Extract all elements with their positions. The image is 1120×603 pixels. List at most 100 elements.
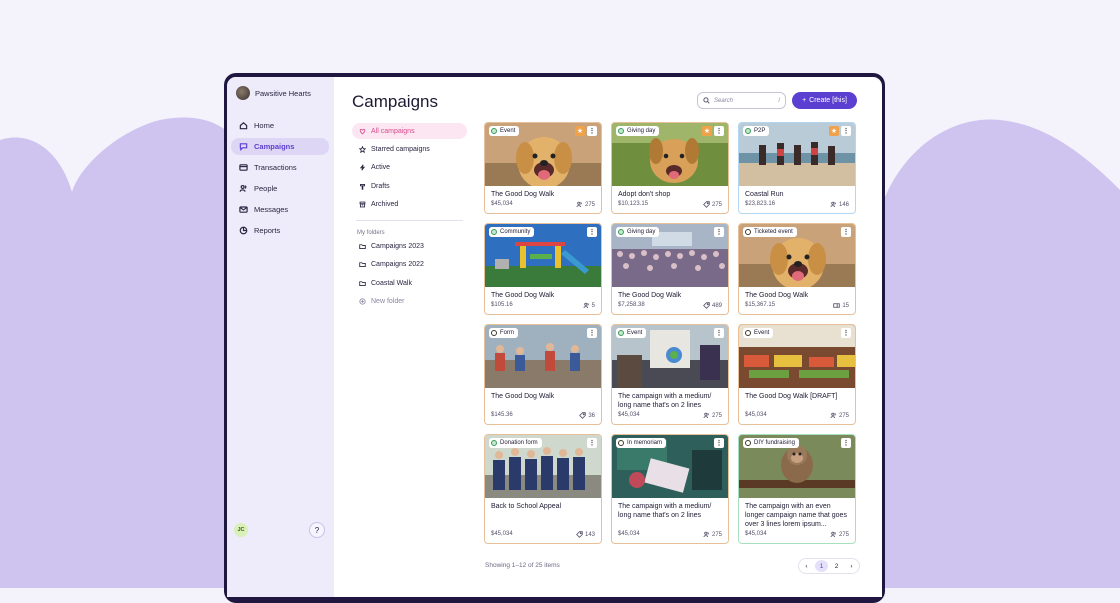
campaign-name: The Good Dog Walk bbox=[618, 292, 682, 299]
campaign-card[interactable]: Ticketed event ⋮ The Good Dog Walk $15,367.… bbox=[738, 223, 856, 315]
filter-label: Drafts bbox=[371, 182, 390, 190]
campaign-type-badge: Community bbox=[489, 227, 535, 237]
campaign-type: Event bbox=[754, 330, 770, 336]
campaign-image: Giving day ⋮ bbox=[612, 224, 728, 287]
prev-page-button[interactable]: ‹ bbox=[800, 560, 813, 572]
campaign-name: The Good Dog Walk bbox=[491, 191, 555, 198]
filter-all-campaigns[interactable]: All campaigns bbox=[352, 123, 467, 139]
card-body: The Good Dog Walk $45,034 275 bbox=[485, 186, 601, 212]
sidebar-item-messages[interactable]: Messages bbox=[231, 201, 329, 218]
star-icon[interactable]: ★ bbox=[829, 126, 839, 136]
star-icon[interactable]: ★ bbox=[575, 126, 585, 136]
search-shortcut: / bbox=[778, 97, 780, 104]
folder-icon bbox=[359, 244, 366, 250]
more-menu-icon[interactable]: ⋮ bbox=[587, 126, 597, 136]
campaign-type-badge: Giving day bbox=[616, 126, 660, 136]
folder-label: Campaigns 2022 bbox=[371, 261, 424, 269]
campaign-amount: $45,034 bbox=[618, 412, 640, 418]
tag-icon bbox=[576, 531, 583, 538]
people-icon bbox=[830, 412, 836, 419]
card-body: The campaign with a medium/ long name th… bbox=[612, 388, 728, 423]
sidebar-item-home[interactable]: Home bbox=[231, 117, 329, 134]
pagination: ‹ 1 2 › bbox=[798, 558, 860, 574]
org-switcher[interactable]: Pawsitive Hearts bbox=[236, 86, 311, 100]
more-menu-icon[interactable]: ⋮ bbox=[587, 438, 597, 448]
card-body: Adopt don't shop $10,123.15 275 bbox=[612, 186, 728, 212]
card-body: The Good Dog Walk $15,367.15 15 bbox=[739, 287, 855, 313]
folder-icon bbox=[359, 262, 366, 268]
count-value: 275 bbox=[711, 201, 722, 208]
campaign-card[interactable]: Giving day ⋮ The Good Dog Walk $7,258.38 489 bbox=[611, 223, 729, 315]
sidebar-item-campaigns[interactable]: Campaigns bbox=[231, 138, 329, 155]
campaign-card[interactable]: Form ⋮ The Good Dog Walk $145.36 36 bbox=[484, 324, 602, 425]
campaign-image: Community ⋮ bbox=[485, 224, 601, 287]
status-dot bbox=[491, 440, 497, 446]
folder-item[interactable]: Campaigns 2022 bbox=[352, 257, 467, 273]
card-body: The campaign with a medium/ long name th… bbox=[612, 498, 728, 542]
campaign-card[interactable]: Event ★ ⋮ The Good Dog Walk $45,034 275 bbox=[484, 122, 602, 214]
folder-item[interactable]: Coastal Walk bbox=[352, 275, 467, 291]
campaign-type-badge: Donation form bbox=[489, 438, 542, 448]
campaign-card[interactable]: Donation form ⋮ Back to School Appeal $45,0… bbox=[484, 434, 602, 544]
folder-item[interactable]: Campaigns 2023 bbox=[352, 239, 467, 255]
count-value: 15 bbox=[842, 302, 849, 309]
tag-icon bbox=[579, 412, 587, 419]
campaign-amount: $45,034 bbox=[491, 531, 513, 537]
card-footer: $10,123.15 275 bbox=[618, 201, 722, 208]
campaign-type-badge: Form bbox=[489, 328, 518, 338]
campaign-type: Ticketed event bbox=[754, 229, 793, 235]
campaign-count: 146 bbox=[830, 201, 849, 208]
status-dot bbox=[745, 440, 751, 446]
main-nav: Home Campaigns Transactions People Messages R… bbox=[231, 117, 329, 243]
more-menu-icon[interactable]: ⋮ bbox=[587, 328, 597, 338]
more-menu-icon[interactable]: ⋮ bbox=[841, 227, 851, 237]
help-button[interactable]: ? bbox=[309, 522, 325, 538]
filter-drafts[interactable]: Drafts bbox=[352, 178, 467, 194]
page-button[interactable]: 2 bbox=[830, 560, 843, 572]
avatar[interactable]: JC bbox=[234, 523, 248, 537]
campaign-card[interactable]: P2P ★ ⋮ Coastal Run $23,823.16 146 bbox=[738, 122, 856, 214]
more-menu-icon[interactable]: ⋮ bbox=[841, 126, 851, 136]
more-menu-icon[interactable]: ⋮ bbox=[841, 438, 851, 448]
count-value: 275 bbox=[838, 412, 849, 419]
sidebar-item-transactions[interactable]: Transactions bbox=[231, 159, 329, 176]
filter-starred-campaigns[interactable]: Starred campaigns bbox=[352, 141, 467, 157]
search-input[interactable]: Search / bbox=[697, 92, 786, 109]
card-body: Coastal Run $23,823.16 146 bbox=[739, 186, 855, 212]
campaign-name: The Good Dog Walk bbox=[491, 393, 555, 400]
campaign-count: 275 bbox=[830, 531, 849, 538]
star-icon[interactable]: ★ bbox=[702, 126, 712, 136]
campaign-card[interactable]: In memoriam ⋮ The campaign with a medium/ … bbox=[611, 434, 729, 544]
create-button[interactable]: + Create [this] bbox=[792, 92, 857, 109]
more-menu-icon[interactable]: ⋮ bbox=[714, 126, 724, 136]
sidebar-item-people[interactable]: People bbox=[231, 180, 329, 197]
new-folder-button[interactable]: New folder bbox=[352, 294, 467, 310]
campaign-card[interactable]: Giving day ★ ⋮ Adopt don't shop $10,123.15 27… bbox=[611, 122, 729, 214]
campaign-amount: $15,367.15 bbox=[745, 302, 776, 308]
filter-active[interactable]: Active bbox=[352, 160, 467, 176]
count-value: 143 bbox=[584, 531, 595, 538]
more-menu-icon[interactable]: ⋮ bbox=[714, 328, 724, 338]
campaign-card[interactable]: Event ⋮ The Good Dog Walk [DRAFT] $45,034 27… bbox=[738, 324, 856, 425]
filter-archived[interactable]: Archived bbox=[352, 197, 467, 213]
count-value: 275 bbox=[838, 531, 849, 538]
card-footer: $15,367.15 15 bbox=[745, 302, 849, 309]
campaign-type: Form bbox=[500, 330, 514, 336]
more-menu-icon[interactable]: ⋮ bbox=[841, 328, 851, 338]
next-page-button[interactable]: › bbox=[845, 560, 858, 572]
sidebar-item-reports[interactable]: Reports bbox=[231, 222, 329, 239]
campaign-image: P2P ★ ⋮ bbox=[739, 123, 855, 186]
more-menu-icon[interactable]: ⋮ bbox=[587, 227, 597, 237]
people-icon bbox=[239, 184, 247, 192]
status-dot bbox=[618, 440, 624, 446]
campaign-card[interactable]: DIY fundraising ⋮ The campaign with an eve… bbox=[738, 434, 856, 544]
campaign-type-badge: Event bbox=[743, 328, 774, 338]
campaign-card[interactable]: Community ⋮ The Good Dog Walk $105.16 5 bbox=[484, 223, 602, 315]
campaign-name: Adopt don't shop bbox=[618, 191, 671, 198]
campaign-card[interactable]: Event ⋮ The campaign with a medium/ long n… bbox=[611, 324, 729, 425]
page-button[interactable]: 1 bbox=[815, 560, 828, 572]
more-menu-icon[interactable]: ⋮ bbox=[714, 438, 724, 448]
count-value: 275 bbox=[711, 412, 722, 419]
more-menu-icon[interactable]: ⋮ bbox=[714, 227, 724, 237]
tag-icon bbox=[703, 302, 710, 309]
